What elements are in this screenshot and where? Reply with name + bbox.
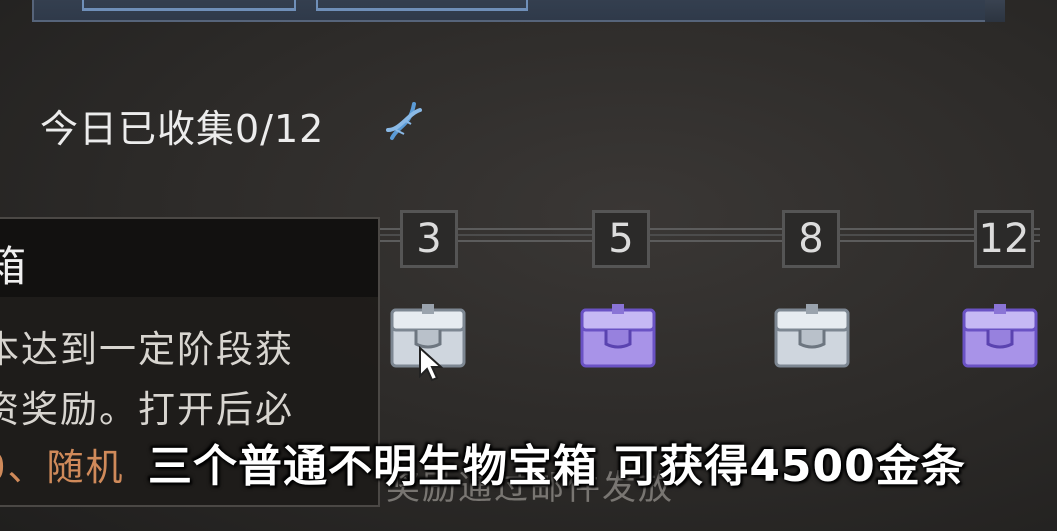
tooltip-title: 箱 [0, 233, 26, 294]
top-panel-slot[interactable] [82, 0, 296, 11]
video-subtitle: 三个普通不明生物宝箱 可获得4500金条 [148, 441, 966, 492]
top-panel-edge [985, 0, 1005, 22]
cursor-icon [419, 346, 444, 382]
milestone-marker: 8 [782, 210, 840, 268]
purple-chest-icon[interactable] [578, 300, 658, 370]
milestone-marker: 3 [400, 210, 458, 268]
collected-counter: 今日已收集0/12 [40, 107, 325, 151]
tooltip-highlight-line: 0、随机 [0, 446, 125, 489]
tooltip-description-line: 本达到一定阶段获 [0, 328, 294, 371]
milestone-marker: 12 [974, 210, 1034, 268]
purple-chest-icon[interactable] [960, 300, 1040, 370]
dna-icon [386, 102, 422, 140]
tooltip-header: 箱 [0, 219, 378, 297]
top-panel [32, 0, 1005, 22]
milestone-marker: 5 [592, 210, 650, 268]
top-panel-slot[interactable] [316, 0, 528, 11]
tooltip-description-line: 资奖励。打开后必 [0, 388, 294, 431]
silver-chest-icon[interactable] [772, 300, 852, 370]
